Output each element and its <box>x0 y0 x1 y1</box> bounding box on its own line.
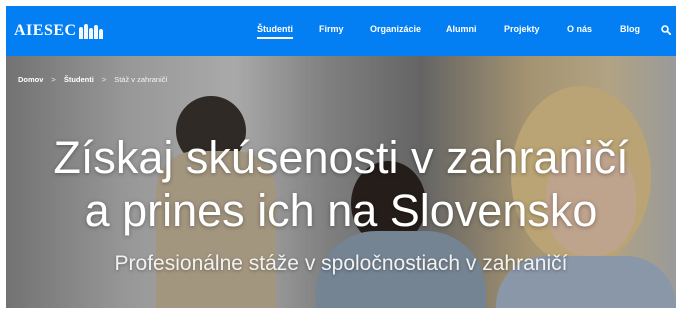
nav-item-alumni[interactable]: Alumni <box>446 24 477 34</box>
hero-title-line-1: Získaj skúsenosti v zahraničí <box>53 132 629 183</box>
aiesec-logo[interactable]: AIESEC <box>14 21 103 41</box>
nav-item-projekty[interactable]: Projekty <box>504 24 540 34</box>
breadcrumb-separator: > <box>101 75 107 84</box>
breadcrumb-link-home[interactable]: Domov <box>18 75 43 84</box>
logo-people-icon <box>78 23 103 39</box>
top-navigation-bar: AIESEC Študenti Firmy Organizácie Alumni… <box>6 6 676 56</box>
search-icon[interactable] <box>661 25 671 35</box>
page: AIESEC Študenti Firmy Organizácie Alumni… <box>6 6 676 308</box>
hero-title-line-2: a prines ich na Slovensko <box>84 185 598 236</box>
breadcrumb-current: Stáž v zahraničí <box>114 75 168 84</box>
nav-item-blog[interactable]: Blog <box>620 24 640 34</box>
breadcrumb: Domov > Študenti > Stáž v zahraničí <box>18 75 168 84</box>
nav-item-firmy[interactable]: Firmy <box>319 24 344 34</box>
nav-item-organizacie[interactable]: Organizácie <box>370 24 421 34</box>
breadcrumb-separator: > <box>51 75 56 84</box>
nav-item-o-nas[interactable]: O nás <box>567 24 592 34</box>
hero-subtitle: Profesionálne stáže v spoločnostiach v z… <box>114 252 568 275</box>
breadcrumb-link-studenti[interactable]: Študenti <box>64 75 94 84</box>
nav-item-studenti[interactable]: Študenti <box>257 24 293 39</box>
logo-text: AIESEC <box>14 22 77 39</box>
